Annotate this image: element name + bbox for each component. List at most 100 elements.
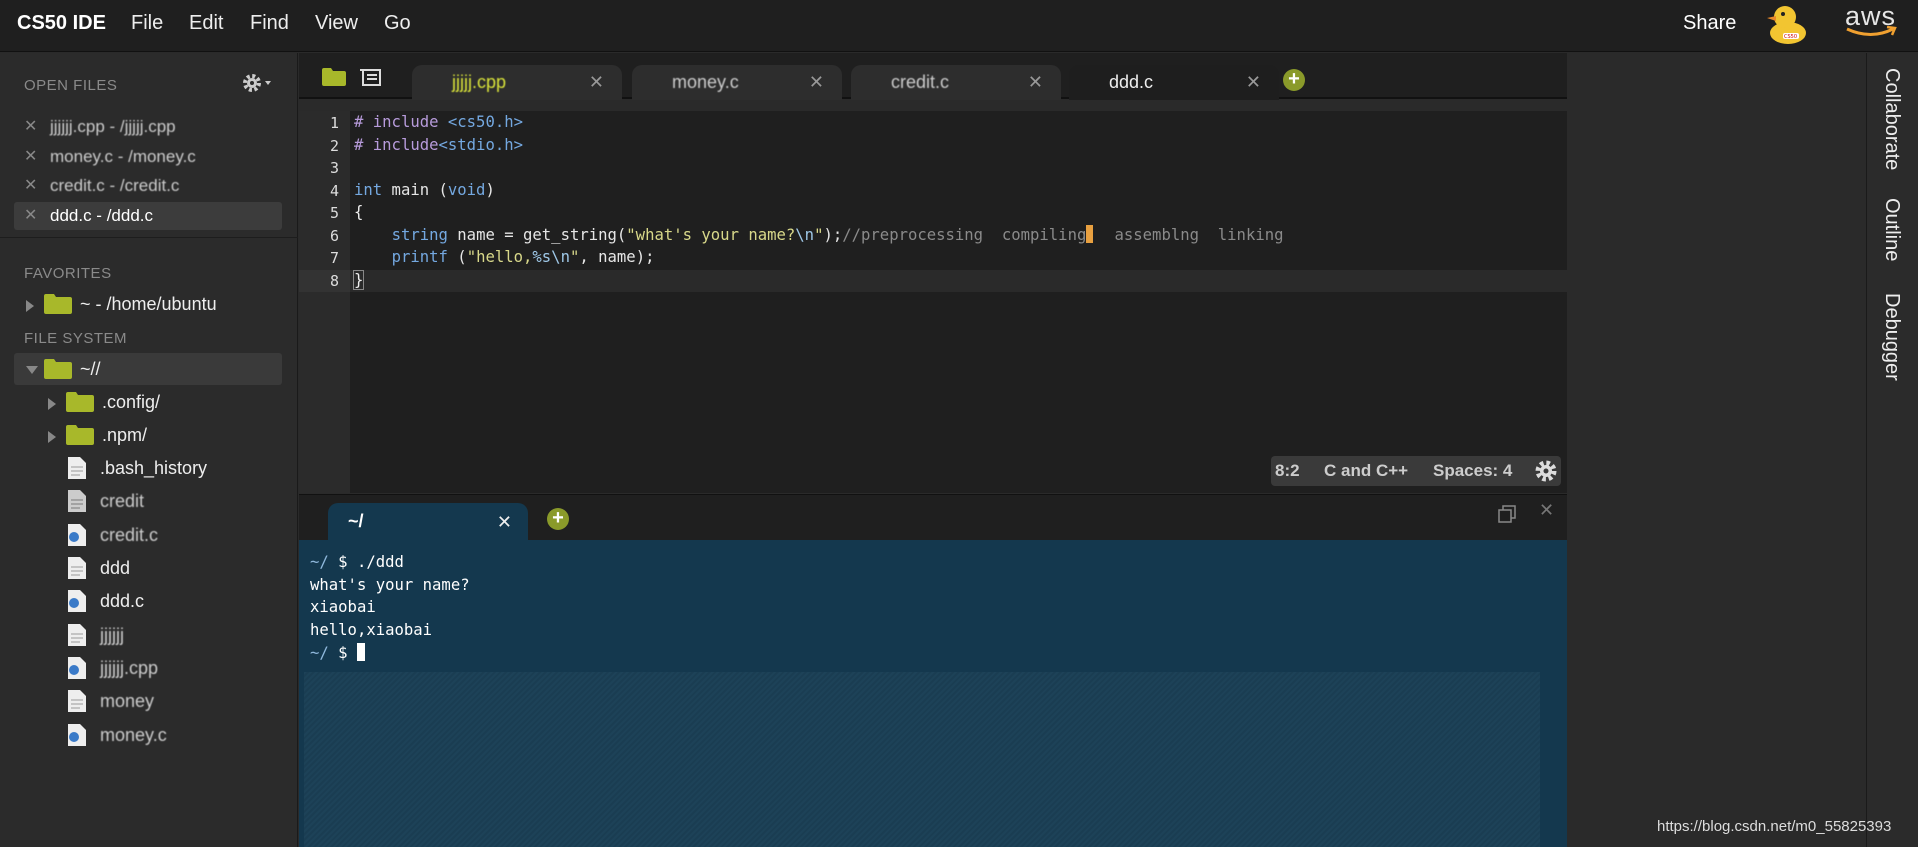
tree-label: .bash_history (100, 458, 208, 478)
editor-tab-label: jjjjj.cpp (452, 72, 507, 92)
editor-tab-label: ddd.c (1109, 72, 1154, 92)
close-icon[interactable]: ✕ (1246, 65, 1261, 100)
file-icon (68, 490, 86, 512)
chevron-down-icon[interactable] (26, 366, 38, 374)
open-file-item[interactable]: ✕ credit.c - /credit.c (14, 172, 282, 200)
tree-item-ddd[interactable]: ddd (14, 552, 282, 584)
code-token: %s\n (532, 248, 570, 266)
code-token: int (354, 181, 383, 199)
tree-item-bash-history[interactable]: .bash_history (14, 452, 282, 484)
code-token: printf (391, 248, 448, 266)
open-file-item[interactable]: ✕ jjjjjj.cpp - /jjjjj.cpp (14, 113, 282, 141)
code-line-5: { (354, 203, 363, 221)
code-token: # include (354, 113, 448, 131)
tree-item-ddd-c[interactable]: ddd.c (14, 585, 282, 617)
chevron-right-icon[interactable] (26, 300, 34, 312)
text-cursor (1086, 225, 1093, 243)
menu-find[interactable]: Find (250, 12, 289, 35)
open-file-label: jjjjjj.cpp - /jjjjj.cpp (50, 117, 176, 136)
folder-icon (66, 425, 94, 445)
close-icon[interactable]: ✕ (24, 172, 37, 200)
tree-item-jjjjjj-cpp[interactable]: jjjjjj.cpp (14, 652, 282, 684)
line-number: 2 (329, 137, 339, 155)
navigate-icon[interactable] (360, 69, 382, 87)
maximize-icon[interactable] (1498, 505, 1516, 523)
tree-item-money[interactable]: money (14, 685, 282, 717)
favorite-item-home[interactable]: ~ - /home/ubuntu (14, 288, 282, 320)
close-icon[interactable]: ✕ (497, 504, 512, 541)
terminal-text: what's your name? (310, 576, 470, 594)
code-token: string (391, 226, 448, 244)
folder-icon[interactable] (322, 68, 346, 86)
tree-item-jjjjjj[interactable]: jjjjjj (14, 619, 282, 651)
editor-tab[interactable]: credit.c ✕ (851, 65, 1061, 100)
tree-item-config[interactable]: .config/ (14, 386, 282, 418)
folder-icon (66, 392, 94, 412)
menu-view[interactable]: View (315, 12, 358, 35)
terminal-line: ~/ $ ./ddd (310, 553, 404, 571)
close-icon[interactable]: ✕ (24, 143, 37, 171)
right-rail (1866, 53, 1918, 847)
add-tab-button[interactable]: + (1283, 69, 1305, 91)
divider (0, 237, 298, 238)
favorites-title: FAVORITES (24, 265, 112, 282)
gear-icon[interactable] (1534, 459, 1558, 483)
menu-go[interactable]: Go (384, 12, 411, 35)
editor-tab-active[interactable]: ddd.c ✕ (1069, 65, 1279, 100)
open-file-item[interactable]: ✕ money.c - /money.c (14, 143, 282, 171)
outline-tab[interactable]: Outline (1880, 198, 1903, 261)
line-number: 8 (329, 272, 339, 290)
tree-item-credit[interactable]: credit (14, 485, 282, 517)
cursor-position[interactable]: 8:2 (1275, 461, 1300, 481)
share-button[interactable]: Share (1683, 12, 1736, 35)
indent-setting[interactable]: Spaces: 4 (1433, 461, 1512, 481)
editor-tab[interactable]: jjjjj.cpp ✕ (412, 65, 622, 100)
close-icon[interactable]: ✕ (809, 65, 824, 100)
editor-tab-label: credit.c (891, 72, 950, 92)
file-icon (68, 557, 86, 579)
tree-root[interactable]: ~// (14, 353, 282, 385)
svg-text:CS50: CS50 (1784, 34, 1797, 40)
c-file-icon (68, 724, 86, 746)
line-number: 5 (329, 204, 339, 222)
tree-label: .npm/ (102, 425, 148, 445)
close-icon[interactable]: ✕ (24, 113, 37, 141)
tree-item-npm[interactable]: .npm/ (14, 419, 282, 451)
code-token: } (352, 270, 365, 290)
close-icon[interactable]: ✕ (24, 202, 37, 230)
chevron-right-icon[interactable] (48, 398, 56, 410)
menu-file[interactable]: File (131, 12, 163, 35)
terminal-text: hello,xiaobai (310, 621, 433, 639)
code-token: " (569, 248, 580, 266)
tree-item-money-c[interactable]: money.c (14, 719, 282, 751)
close-icon[interactable]: ✕ (1028, 65, 1043, 100)
code-token: # include (354, 136, 439, 154)
close-icon[interactable]: ✕ (1539, 500, 1554, 521)
collaborate-tab[interactable]: Collaborate (1880, 68, 1903, 170)
duck-debugger-icon[interactable]: CS50 (1763, 2, 1811, 46)
terminal-prompt: ~/ (310, 644, 329, 662)
app-brand[interactable]: CS50 IDE (17, 12, 106, 35)
chevron-right-icon[interactable] (48, 431, 56, 443)
tree-item-credit-c[interactable]: credit.c (14, 519, 282, 551)
open-file-label: money.c - /money.c (50, 147, 196, 166)
close-icon[interactable]: ✕ (589, 65, 604, 100)
gear-icon[interactable] (240, 71, 274, 95)
code-editor[interactable] (299, 111, 1567, 493)
file-icon (68, 457, 86, 479)
editor-tab[interactable]: money.c ✕ (632, 65, 842, 100)
code-line-8: } (352, 270, 365, 290)
terminal-tab[interactable]: ~/ ✕ (328, 503, 528, 540)
code-token: <cs50.h> (447, 113, 523, 131)
add-terminal-button[interactable]: + (547, 508, 569, 530)
syntax-mode[interactable]: C and C++ (1324, 461, 1408, 481)
menu-edit[interactable]: Edit (189, 12, 223, 35)
code-token: "what's your name? (626, 226, 796, 244)
code-line-2: # include<stdio.h> (354, 136, 523, 154)
right-panel (1568, 53, 1865, 847)
open-file-label: credit.c - /credit.c (50, 176, 180, 195)
tree-label: money (100, 691, 155, 711)
debugger-tab[interactable]: Debugger (1880, 293, 1903, 381)
open-file-item-active[interactable]: ✕ ddd.c - /ddd.c (14, 202, 282, 230)
current-line-highlight (350, 270, 1567, 292)
